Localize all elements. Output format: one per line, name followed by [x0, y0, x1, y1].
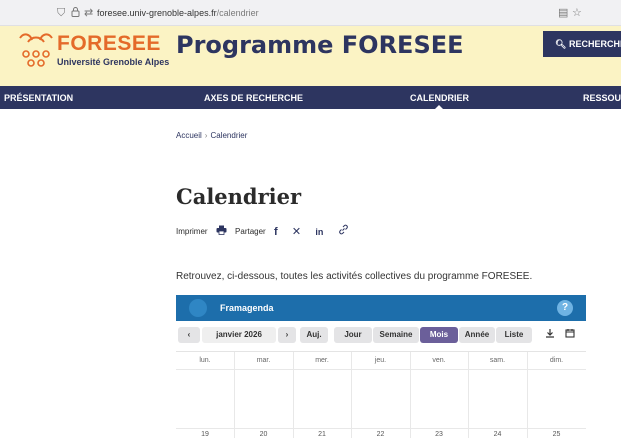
- weekday-header-sam: sam.: [489, 357, 506, 364]
- bookmark-star-icon[interactable]: ☆: [572, 6, 582, 20]
- weekday-header-dim: dim.: [549, 357, 564, 364]
- day-cell-number[interactable]: 19: [176, 430, 234, 438]
- month-grid: lun. mar. mer. jeu. ven. sam. dim. 19 20…: [176, 351, 586, 438]
- tracking-icon[interactable]: ⇄: [84, 6, 93, 20]
- program-title: Programme FORESEE: [176, 31, 464, 59]
- page-title: Calendrier: [176, 184, 302, 209]
- calendar-header-bar: Framagenda ?: [176, 295, 586, 321]
- logo-subtitle: Université Grenoble Alpes: [57, 57, 170, 67]
- grid-line: [176, 369, 586, 370]
- search-icon: 🔍︎: [555, 39, 567, 49]
- view-year-button[interactable]: Année: [459, 327, 495, 343]
- url-bar[interactable]: foresee.univ-grenoble-alpes.fr/calendrie…: [97, 5, 621, 21]
- linkedin-icon[interactable]: in: [315, 224, 323, 240]
- day-cell-number[interactable]: 20: [234, 430, 293, 438]
- day-cell-number[interactable]: 25: [527, 430, 586, 438]
- url-path: /calendrier: [216, 8, 259, 18]
- facebook-icon[interactable]: f: [274, 224, 278, 240]
- printer-icon[interactable]: [216, 224, 227, 240]
- day-cell-number[interactable]: 23: [410, 430, 468, 438]
- weekday-header-mar: mar.: [256, 357, 271, 364]
- view-month-button[interactable]: Mois: [420, 327, 458, 343]
- month-label[interactable]: janvier 2026: [202, 327, 276, 343]
- intro-text: Retrouvez, ci-dessous, toutes les activi…: [176, 271, 533, 282]
- weekday-header-lun: lun.: [199, 357, 211, 364]
- weekday-header-ven: ven.: [432, 357, 446, 364]
- calendar-brand: Framagenda: [220, 303, 274, 313]
- nav-item-ressources[interactable]: RESSOUR: [583, 86, 621, 109]
- logo-name[interactable]: FORESEE: [57, 32, 161, 56]
- url-host: foresee.univ-grenoble-alpes.fr: [97, 8, 217, 18]
- browser-toolbar: ⛉ ⇄ foresee.univ-grenoble-alpes.fr/calen…: [0, 0, 621, 26]
- foresee-logo-icon[interactable]: [16, 30, 56, 70]
- calendar-icon[interactable]: [565, 328, 575, 343]
- x-icon[interactable]: ✕: [292, 224, 301, 240]
- weekday-header-jeu: jeu.: [374, 357, 387, 364]
- nav-item-axes-de-recherche[interactable]: AXES DE RECHERCHE: [204, 86, 303, 109]
- day-cell-number[interactable]: 21: [293, 430, 351, 438]
- share-label: Partager: [235, 227, 266, 236]
- day-cell-number[interactable]: 24: [468, 430, 527, 438]
- day-cell-number[interactable]: 22: [351, 430, 410, 438]
- link-icon[interactable]: [338, 224, 349, 240]
- view-list-button[interactable]: Liste: [496, 327, 532, 343]
- today-button[interactable]: Auj.: [300, 327, 328, 343]
- search-button[interactable]: 🔍︎ RECHERCHE: [543, 31, 621, 57]
- lock-icon[interactable]: [71, 6, 80, 21]
- next-month-button[interactable]: ›: [278, 327, 296, 343]
- breadcrumb-current: Calendrier: [210, 131, 248, 140]
- weekday-header-mer: mer.: [315, 357, 329, 364]
- breadcrumb-separator: ›: [204, 131, 208, 140]
- help-icon[interactable]: ?: [557, 300, 573, 316]
- reader-mode-icon[interactable]: ▤: [558, 6, 568, 20]
- search-label: RECHERCHE: [568, 39, 621, 49]
- print-label[interactable]: Imprimer: [176, 224, 208, 240]
- breadcrumb: Accueil › Calendrier: [176, 131, 247, 140]
- view-week-button[interactable]: Semaine: [373, 327, 419, 343]
- calendar-widget: Framagenda ? ‹ janvier 2026 › Auj. Jour …: [176, 295, 586, 438]
- calendar-toolbar: ‹ janvier 2026 › Auj. Jour Semaine Mois …: [176, 325, 586, 345]
- view-day-button[interactable]: Jour: [334, 327, 372, 343]
- main-nav: PRÉSENTATION AXES DE RECHERCHE CALENDRIE…: [0, 86, 621, 110]
- site-header: FORESEE Université Grenoble Alpes Progra…: [0, 26, 621, 86]
- nav-active-indicator: [434, 105, 444, 110]
- framagenda-logo-icon: [189, 299, 207, 317]
- share-toolbar: Imprimer Partager f ✕ in: [176, 224, 355, 240]
- grid-line: [176, 428, 586, 429]
- download-icon[interactable]: [545, 328, 555, 343]
- nav-item-presentation[interactable]: PRÉSENTATION: [4, 86, 73, 109]
- breadcrumb-home-link[interactable]: Accueil: [176, 131, 202, 140]
- prev-month-button[interactable]: ‹: [178, 327, 200, 343]
- shield-icon[interactable]: ⛉: [57, 6, 65, 20]
